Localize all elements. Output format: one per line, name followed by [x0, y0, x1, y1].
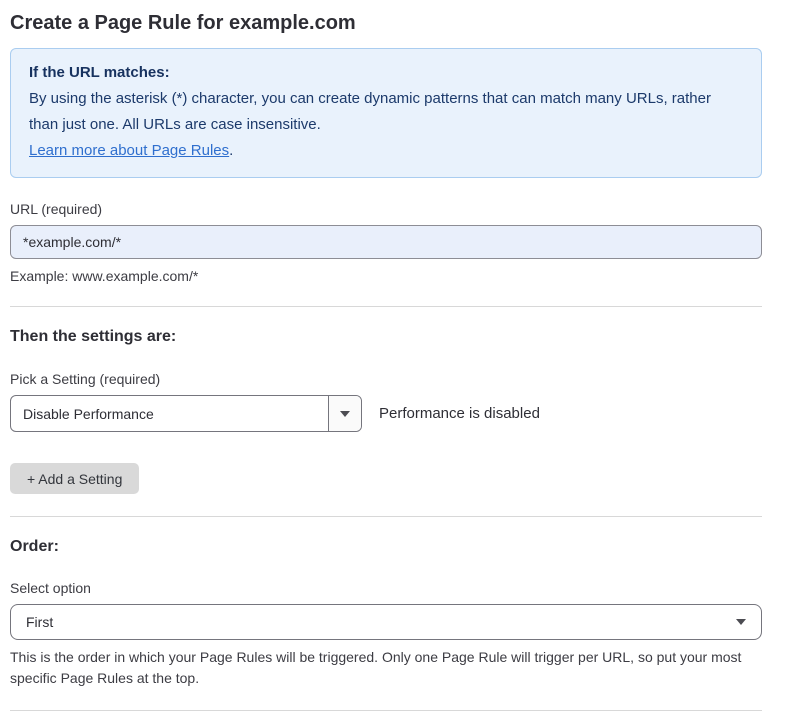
learn-more-link[interactable]: Learn more about Page Rules	[29, 142, 229, 159]
pick-setting-label: Pick a Setting (required)	[10, 371, 762, 387]
add-setting-button[interactable]: + Add a Setting	[10, 463, 139, 494]
setting-row: Disable Performance Performance is disab…	[10, 395, 762, 432]
info-box-heading: If the URL matches:	[29, 60, 743, 86]
dropdown-caret-icon	[340, 411, 350, 417]
info-box-link-line: Learn more about Page Rules.	[29, 138, 743, 164]
settings-section-heading: Then the settings are:	[10, 328, 762, 346]
create-page-rule-page: Create a Page Rule for example.com If th…	[0, 0, 790, 714]
url-matches-info-box: If the URL matches: By using the asteris…	[10, 48, 762, 178]
info-box-text: By using the asterisk (*) character, you…	[29, 90, 711, 133]
order-select[interactable]: First	[10, 604, 762, 640]
setting-select-value: Disable Performance	[11, 396, 328, 431]
dropdown-caret-icon	[736, 619, 746, 625]
url-input[interactable]	[10, 225, 762, 259]
url-example-text: Example: www.example.com/*	[10, 268, 762, 284]
order-select-label: Select option	[10, 580, 762, 596]
order-help-text: This is the order in which your Page Rul…	[10, 647, 762, 689]
divider	[10, 516, 762, 517]
page-title: Create a Page Rule for example.com	[10, 12, 762, 35]
setting-select[interactable]: Disable Performance	[10, 395, 362, 432]
order-select-value: First	[26, 614, 53, 630]
link-suffix-period: .	[229, 142, 233, 159]
setting-select-arrow-button[interactable]	[328, 396, 361, 431]
info-box-body: By using the asterisk (*) character, you…	[29, 86, 743, 138]
order-section-heading: Order:	[10, 538, 762, 556]
url-field-label: URL (required)	[10, 201, 762, 217]
divider	[10, 710, 762, 711]
divider	[10, 306, 762, 307]
setting-status-text: Performance is disabled	[379, 405, 540, 422]
